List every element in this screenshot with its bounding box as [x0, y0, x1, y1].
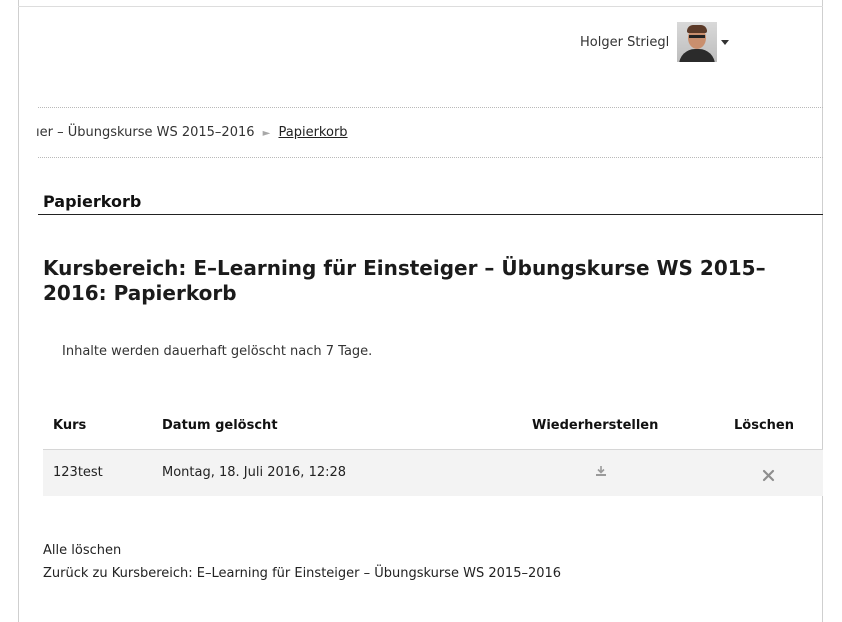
- column-header-date: Datum gelöscht: [162, 418, 278, 433]
- chevron-down-icon[interactable]: [721, 39, 730, 45]
- page-top-border: [18, 6, 823, 7]
- breadcrumb-item-course[interactable]: ıer – Übungskurse WS 2015–2016: [36, 125, 255, 140]
- column-header-restore: Wiederherstellen: [532, 418, 659, 433]
- delete-icon[interactable]: [762, 467, 775, 487]
- block-title-underline: [38, 214, 823, 215]
- table-row: [43, 450, 823, 496]
- delete-all-link[interactable]: Alle löschen: [43, 543, 121, 558]
- back-to-category-link[interactable]: Zurück zu Kursbereich: E–Learning für Ei…: [43, 566, 561, 581]
- page-left-border: [18, 0, 19, 622]
- column-header-delete: Löschen: [734, 418, 794, 433]
- user-name[interactable]: Holger Striegl: [580, 35, 669, 50]
- column-header-course: Kurs: [53, 418, 87, 433]
- block-title: Papierkorb: [43, 192, 142, 211]
- divider-top: [38, 107, 823, 108]
- user-menu[interactable]: Holger Striegl: [580, 22, 730, 62]
- cell-date-deleted: Montag, 18. Juli 2016, 12:28: [162, 465, 347, 480]
- page-right-border: [822, 0, 823, 622]
- retention-info: Inhalte werden dauerhaft gelöscht nach 7…: [62, 344, 373, 359]
- restore-icon[interactable]: [594, 464, 608, 481]
- breadcrumb-separator-icon: ►: [262, 128, 271, 139]
- breadcrumb-item-papierkorb[interactable]: Papierkorb: [279, 125, 348, 140]
- cell-course: 123test: [53, 465, 103, 480]
- avatar[interactable]: [677, 22, 718, 62]
- page-title: Kursbereich: E–Learning für Einsteiger –…: [43, 256, 766, 305]
- breadcrumb: ıer – Übungskurse WS 2015–2016 ► Papierk…: [36, 125, 348, 140]
- divider-bottom: [38, 157, 823, 158]
